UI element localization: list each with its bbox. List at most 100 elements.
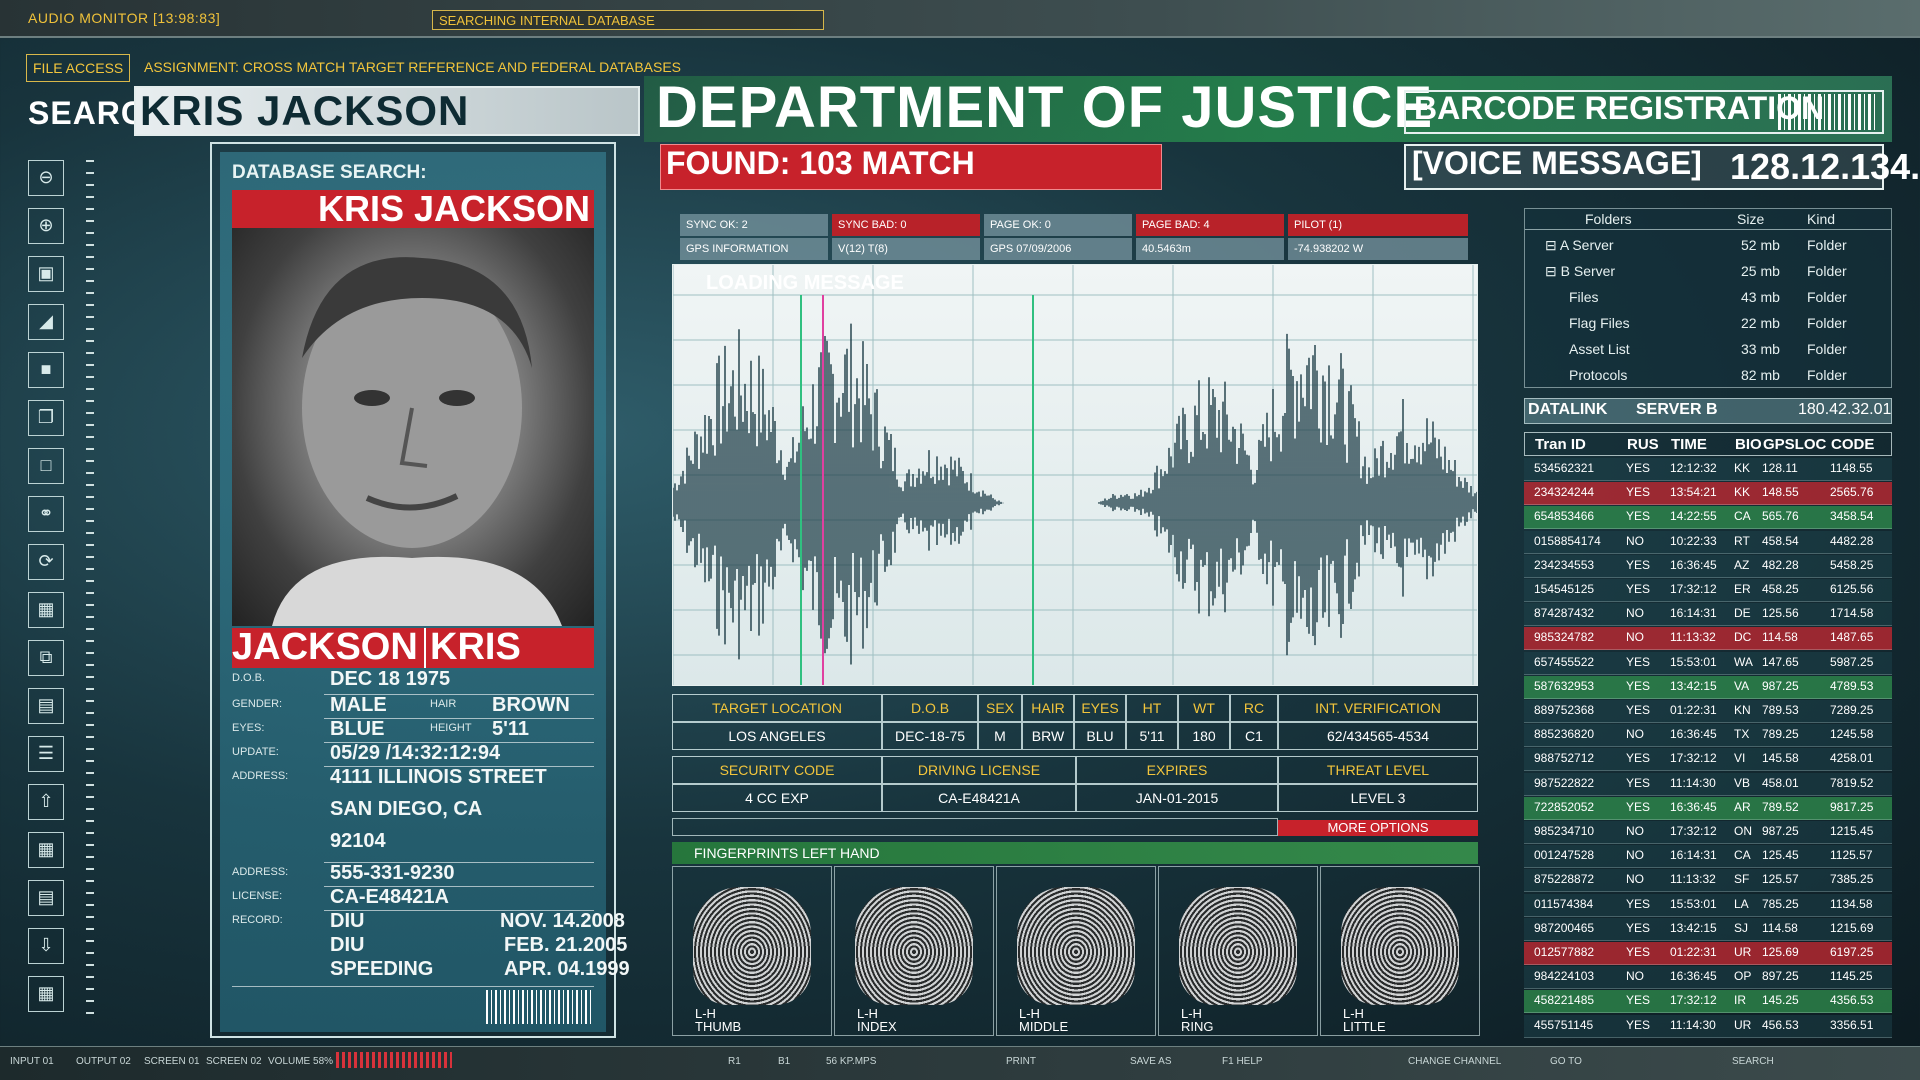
crop-icon[interactable]: ◢ (28, 304, 64, 340)
sync-bad: SYNC BAD: 0 (832, 214, 980, 236)
fingerprint-middle[interactable]: L-H MIDDLE (996, 866, 1156, 1036)
found-match-label: FOUND: 103 MATCH (666, 145, 975, 181)
table-row[interactable]: 889752368 YES 01:22:31 KN 789.53 7289.25 (1524, 700, 1892, 723)
table-cell: 789.53 (1762, 703, 1799, 717)
refresh-icon[interactable]: ⟳ (28, 544, 64, 580)
help-button[interactable]: F1 HELP (1222, 1056, 1263, 1067)
td-security-code: 4 CC EXP (672, 784, 882, 812)
table-row[interactable]: 0158854174 NO 10:22:33 RT 458.54 4482.28 (1524, 530, 1892, 554)
table-cell: 154545125 (1534, 582, 1595, 596)
th-gpsloc: GPSLOC (1763, 436, 1827, 453)
table-cell: 6197.25 (1830, 945, 1874, 959)
screen-02-button[interactable]: SCREEN 02 (206, 1056, 262, 1067)
input-01-button[interactable]: INPUT 01 (10, 1056, 54, 1067)
table-cell: 4482.28 (1830, 533, 1874, 548)
table-row[interactable]: 154545125 YES 17:32:12 ER 458.25 6125.56 (1524, 579, 1892, 602)
table-row[interactable]: 722852052 YES 16:36:45 AR 789.52 9817.25 (1524, 796, 1892, 820)
more-options-button[interactable]: MORE OPTIONS (1278, 820, 1478, 836)
folder-row[interactable]: Flag Files (1569, 315, 1630, 331)
table-row[interactable]: 654853466 YES 14:22:55 CA 565.76 3458.54 (1524, 506, 1892, 530)
fit-frame-icon[interactable]: ▣ (28, 256, 64, 292)
fingerprint-finger: THUMB (695, 1019, 742, 1034)
fingerprint-ring[interactable]: L-H RING (1158, 866, 1318, 1036)
hair-value: BROWN (492, 694, 570, 716)
select-region-icon[interactable]: ■ (28, 352, 64, 388)
table-cell: 01:22:31 (1670, 945, 1717, 959)
r1-button[interactable]: R1 (728, 1056, 741, 1067)
search-button[interactable]: SEARCH (1732, 1056, 1774, 1067)
assignment-text: ASSIGNMENT: CROSS MATCH TARGET REFERENCE… (144, 59, 682, 75)
table-row[interactable]: 455751145 YES 11:14:30 UR 456.53 3356.51 (1524, 1014, 1892, 1038)
fingerprint-little[interactable]: L-H LITTLE (1320, 866, 1480, 1036)
expand-icon[interactable]: ▦ (28, 976, 64, 1012)
volume-slider[interactable] (336, 1052, 452, 1068)
zoom-in-icon[interactable]: ⊕ (28, 208, 64, 244)
folder-kind: Folder (1807, 367, 1847, 383)
folder-row[interactable]: ⊟ B Server (1545, 263, 1615, 280)
table-cell: SF (1734, 872, 1750, 887)
change-channel-button[interactable]: CHANGE CHANNEL (1408, 1056, 1501, 1067)
folder-row[interactable]: Protocols (1569, 367, 1627, 383)
table-row[interactable]: 988752712 YES 17:32:12 VI 145.58 4258.01 (1524, 748, 1892, 772)
table-row[interactable]: 012577882 YES 01:22:31 UR 125.69 6197.25 (1524, 942, 1892, 965)
table-row[interactable]: 234324244 YES 13:54:21 KK 148.55 2565.76 (1524, 482, 1892, 506)
file-icon[interactable]: ▦ (28, 832, 64, 868)
upload-icon[interactable]: ⇧ (28, 784, 64, 820)
table-row[interactable]: 234234553 YES 16:36:45 AZ 482.28 5458.25 (1524, 554, 1892, 578)
table-row[interactable]: 458221485 YES 17:32:12 IR 145.25 4356.53 (1524, 990, 1892, 1014)
name-divider (424, 628, 426, 668)
table-cell: CA (1734, 509, 1751, 524)
table-row[interactable]: 985324782 NO 11:13:32 DC 114.58 1487.65 (1524, 627, 1892, 651)
expand-icon[interactable]: ⊟ (1545, 263, 1557, 279)
print-button[interactable]: PRINT (1006, 1056, 1036, 1067)
notes-icon[interactable]: ▤ (28, 880, 64, 916)
layers-icon[interactable]: ❐ (28, 400, 64, 436)
go-to-button[interactable]: GO TO (1550, 1056, 1582, 1067)
folders-header: Folders (1585, 211, 1632, 227)
gps-altitude: 40.5463m (1136, 238, 1284, 260)
table-row[interactable]: 534562321 YES 12:12:32 KK 128.11 1148.55 (1524, 458, 1892, 481)
table-row[interactable]: 587632953 YES 13:42:15 VA 987.25 4789.53 (1524, 675, 1892, 699)
fingerprint-index[interactable]: L-H INDEX (834, 866, 994, 1036)
barcode-registration-label: BARCODE REGISTRATION (1414, 90, 1825, 126)
document-icon[interactable]: ▤ (28, 688, 64, 724)
table-row[interactable]: 011574384 YES 15:53:01 LA 785.25 1134.58 (1524, 893, 1892, 917)
list-icon[interactable]: ☰ (28, 736, 64, 772)
screen-01-button[interactable]: SCREEN 01 (144, 1056, 200, 1067)
table-cell: 7289.25 (1830, 703, 1874, 717)
table-row[interactable]: 001247528 NO 16:14:31 CA 125.45 1125.57 (1524, 845, 1892, 869)
copy-icon[interactable]: ⧉ (28, 640, 64, 676)
expand-icon[interactable]: ⊟ (1545, 237, 1557, 253)
field-line (232, 986, 594, 987)
page-bad: PAGE BAD: 4 (1136, 214, 1284, 236)
link-icon[interactable]: ⚭ (28, 496, 64, 532)
file-access-button[interactable]: FILE ACCESS (26, 54, 131, 82)
folder-row[interactable]: ⊟ A Server (1545, 237, 1614, 254)
table-row[interactable]: 984224103 NO 16:36:45 OP 897.25 1145.25 (1524, 966, 1892, 990)
th-driving-license: DRIVING LICENSE (882, 756, 1076, 784)
table-cell: 11:14:30 (1670, 1017, 1716, 1032)
table-row[interactable]: 875228872 NO 11:13:32 SF 125.57 7385.25 (1524, 869, 1892, 893)
table-row[interactable]: 874287432 NO 16:14:31 DE 125.56 1714.58 (1524, 603, 1892, 627)
output-02-button[interactable]: OUTPUT 02 (76, 1056, 131, 1067)
grid-icon[interactable]: ▦ (28, 592, 64, 628)
zoom-out-icon[interactable]: ⊖ (28, 160, 64, 196)
height-value: 5'11 (492, 718, 530, 740)
table-row[interactable]: 657455522 YES 15:53:01 WA 147.65 5987.25 (1524, 651, 1892, 675)
table-row[interactable]: 987200465 YES 13:42:15 SJ 114.58 1215.69 (1524, 917, 1892, 941)
table-cell: NO (1626, 533, 1644, 548)
frame-icon[interactable]: □ (28, 448, 64, 484)
fingerprint-thumb[interactable]: L-H THUMB (672, 866, 832, 1036)
table-row[interactable]: 885236820 NO 16:36:45 TX 789.25 1245.58 (1524, 724, 1892, 748)
table-row[interactable]: 987522822 YES 11:14:30 VB 458.01 7819.52 (1524, 772, 1892, 796)
td-sex: M (978, 722, 1022, 750)
download-icon[interactable]: ⇩ (28, 928, 64, 964)
kbps-readout: 56 KP.MPS (826, 1056, 877, 1067)
save-as-button[interactable]: SAVE AS (1130, 1056, 1172, 1067)
b1-button[interactable]: B1 (778, 1056, 790, 1067)
folder-row[interactable]: Files (1569, 289, 1599, 305)
record-date: FEB. 21.2005 (504, 934, 628, 956)
folder-row[interactable]: Asset List (1569, 341, 1630, 357)
table-row[interactable]: 985234710 NO 17:32:12 ON 987.25 1215.45 (1524, 821, 1892, 844)
table-cell: 148.55 (1762, 485, 1799, 500)
